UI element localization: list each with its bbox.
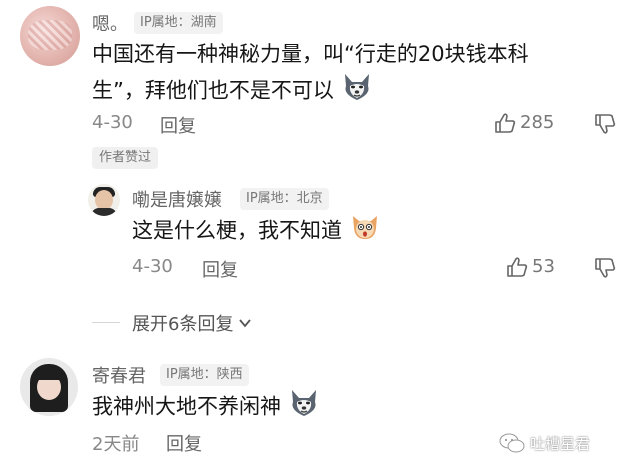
comment-username[interactable]: 嗯。 — [92, 10, 128, 36]
author-liked-badge: 作者赞过 — [92, 147, 159, 169]
comment-text: 中国还有一种神秘力量，叫“行走的20块钱本科 — [92, 42, 529, 66]
ip-location-tag: IP属地：湖南 — [134, 12, 223, 34]
comment-date: 2天前 — [92, 434, 140, 455]
avatar[interactable] — [88, 184, 120, 216]
shocked-face-emoji-icon — [349, 212, 381, 251]
reply-button[interactable]: 回复 — [202, 256, 238, 282]
comment-text: 这是什么梗，我不知道 — [132, 212, 381, 251]
thumb-up-icon[interactable] — [494, 112, 516, 134]
comment-text: 生”，拜他们也不是不可以 — [92, 72, 373, 111]
avatar[interactable] — [20, 358, 78, 416]
expand-replies-label: 展开6条回复 — [132, 314, 234, 335]
thumb-down-icon[interactable] — [594, 113, 616, 135]
watermark-label: 吐槽星君 — [530, 434, 591, 453]
expand-replies-button[interactable]: 展开6条回复 — [132, 310, 253, 336]
comment-text-line: 生”，拜他们也不是不可以 — [92, 78, 334, 103]
comment-date: 4-30 — [92, 112, 133, 133]
reply-button[interactable]: 回复 — [160, 112, 196, 138]
comment-date: 4-30 — [132, 256, 173, 277]
chevron-down-icon — [237, 315, 253, 331]
thumb-up-icon[interactable] — [506, 256, 528, 278]
comment-text: 我神州大地不养闲神 — [92, 388, 320, 427]
divider — [92, 322, 120, 323]
husky-emoji-icon — [288, 388, 320, 427]
like-count: 285 — [520, 112, 555, 133]
ip-location-tag: IP属地：北京 — [240, 188, 329, 210]
ip-location-tag: IP属地：陕西 — [160, 364, 249, 386]
avatar[interactable] — [20, 6, 80, 66]
comment-text-line: 这是什么梗，我不知道 — [132, 218, 342, 243]
reply-button[interactable]: 回复 — [166, 430, 202, 456]
watermark: 吐槽星君 — [498, 432, 590, 454]
thumb-down-icon[interactable] — [594, 257, 616, 279]
wechat-icon — [498, 432, 526, 454]
comment-username[interactable]: 寄春君 — [92, 362, 146, 388]
husky-emoji-icon — [341, 72, 373, 111]
like-count: 53 — [532, 256, 555, 277]
comment-username[interactable]: 嘞是唐嬢嬢 — [132, 186, 222, 212]
comment-text-line: 我神州大地不养闲神 — [92, 394, 281, 419]
